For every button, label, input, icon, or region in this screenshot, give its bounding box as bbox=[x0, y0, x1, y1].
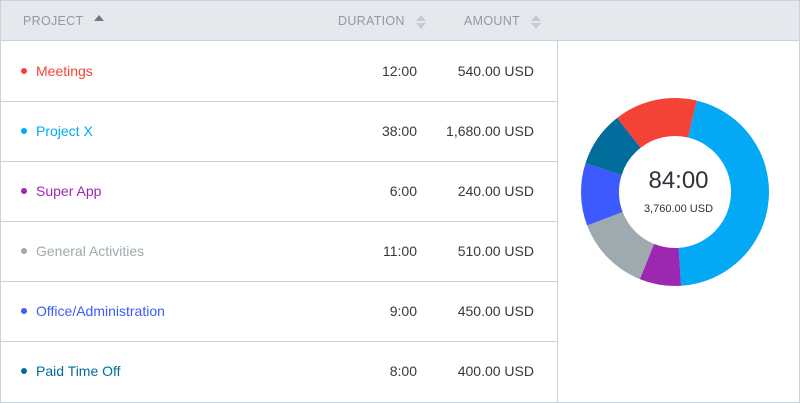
project-duration: 12:00 bbox=[381, 63, 417, 79]
project-name: Paid Time Off bbox=[36, 363, 121, 379]
sort-icon[interactable] bbox=[415, 14, 426, 30]
project-color-dot bbox=[21, 368, 27, 374]
project-name: Super App bbox=[36, 183, 102, 199]
table-row[interactable]: Super App 6:00 240.00 USD bbox=[1, 161, 557, 222]
project-duration: 38:00 bbox=[381, 123, 417, 139]
project-color-dot bbox=[21, 188, 27, 194]
column-header-amount[interactable]: AMOUNT bbox=[464, 1, 541, 40]
project-name: Project X bbox=[36, 123, 93, 139]
project-duration: 11:00 bbox=[383, 243, 417, 259]
table-row[interactable]: Office/Administration 9:00 450.00 USD bbox=[1, 281, 557, 342]
project-amount: 510.00 USD bbox=[457, 243, 534, 259]
projects-table: Meetings 12:00 540.00 USD Project X 38:0… bbox=[1, 41, 558, 403]
project-duration: 6:00 bbox=[389, 183, 417, 199]
column-header-project[interactable]: PROJECT bbox=[23, 1, 105, 40]
project-header-label: PROJECT bbox=[23, 14, 84, 29]
project-amount: 1,680.00 USD bbox=[446, 123, 534, 139]
project-name: Meetings bbox=[36, 63, 93, 79]
donut-chart bbox=[581, 98, 769, 286]
table-row[interactable]: Meetings 12:00 540.00 USD bbox=[1, 41, 557, 102]
total-duration: 84:00 bbox=[648, 167, 709, 194]
project-color-dot bbox=[21, 68, 27, 74]
project-duration: 8:00 bbox=[389, 363, 417, 379]
amount-header-label: AMOUNT bbox=[464, 14, 520, 29]
project-color-dot bbox=[21, 128, 27, 134]
sort-icon[interactable] bbox=[94, 14, 105, 30]
column-header-duration[interactable]: DURATION bbox=[338, 1, 426, 40]
project-amount: 240.00 USD bbox=[457, 183, 534, 199]
project-amount: 400.00 USD bbox=[457, 363, 534, 379]
project-color-dot bbox=[21, 308, 27, 314]
duration-header-label: DURATION bbox=[338, 14, 405, 29]
sort-icon[interactable] bbox=[530, 14, 541, 30]
project-amount: 540.00 USD bbox=[457, 63, 534, 79]
project-duration: 9:00 bbox=[389, 303, 417, 319]
project-amount: 450.00 USD bbox=[457, 303, 534, 319]
project-name: Office/Administration bbox=[36, 303, 165, 319]
table-row[interactable]: Paid Time Off 8:00 400.00 USD bbox=[1, 341, 557, 401]
total-amount: 3,760.00 USD bbox=[643, 203, 714, 215]
table-row[interactable]: General Activities 11:00 510.00 USD bbox=[1, 221, 557, 282]
project-color-dot bbox=[21, 248, 27, 254]
donut-chart-panel: 84:00 3,760.00 USD bbox=[558, 41, 799, 402]
table-header: PROJECT DURATION AMOUNT bbox=[1, 1, 799, 41]
project-name: General Activities bbox=[36, 243, 145, 259]
table-row[interactable]: Project X 38:00 1,680.00 USD bbox=[1, 101, 557, 162]
